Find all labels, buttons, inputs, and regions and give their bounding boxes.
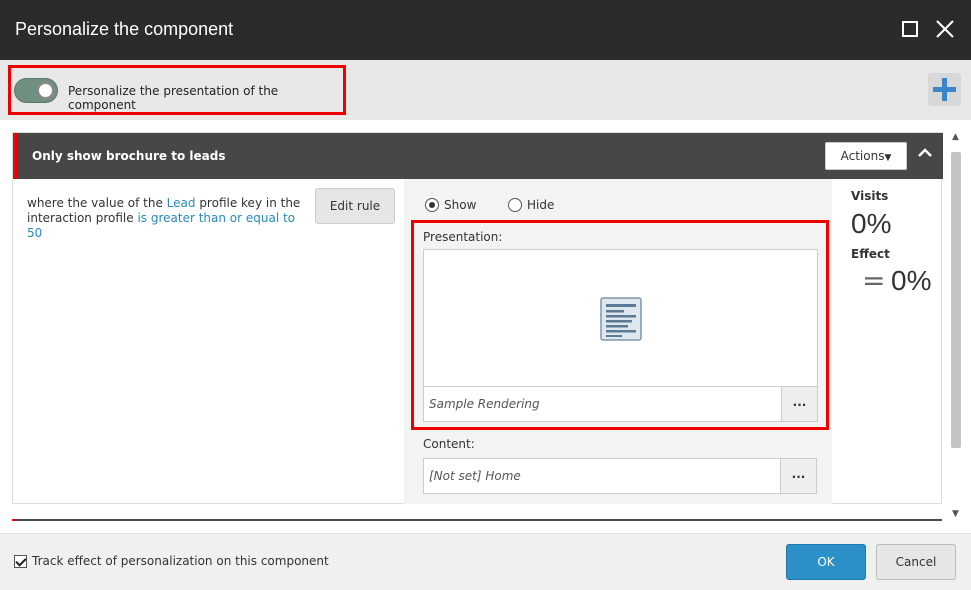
maximize-button[interactable] — [900, 19, 920, 39]
presentation-value: Sample Rendering — [429, 397, 540, 411]
lead-key-link[interactable]: Lead — [167, 196, 196, 210]
visits-value: 0% — [851, 208, 892, 239]
ok-button[interactable]: OK — [786, 544, 866, 580]
edit-rule-button[interactable]: Edit rule — [315, 188, 395, 224]
hide-radio[interactable]: Hide — [508, 198, 554, 212]
dialog-toolbar: Personalize the presentation of the comp… — [0, 60, 971, 120]
maximize-icon — [902, 21, 918, 37]
toggle-knob — [36, 81, 55, 100]
content-value: [Not set] Home — [429, 469, 521, 483]
dialog-titlebar: Personalize the component — [0, 0, 971, 60]
scroll-up-icon[interactable]: ▲ — [952, 132, 959, 142]
condition-prefix: where the value of the — [27, 196, 167, 210]
presentation-browse-button[interactable]: ... — [781, 387, 817, 421]
close-icon — [936, 20, 954, 38]
personalize-toggle[interactable] — [14, 78, 58, 103]
hide-radio-dot — [508, 198, 522, 212]
effect-label: Effect — [851, 247, 890, 261]
collapse-button[interactable] — [915, 143, 935, 163]
add-rule-button[interactable] — [928, 73, 961, 106]
chevron-up-icon — [918, 148, 932, 157]
scroll-down-icon[interactable]: ▼ — [952, 509, 959, 519]
content-browse-button[interactable]: ... — [780, 459, 816, 493]
scrollbar[interactable]: ▲ ▼ — [948, 132, 964, 522]
dialog-title: Personalize the component — [15, 19, 234, 39]
caret-down-icon: ▼ — [884, 153, 892, 163]
rule-header: Only show brochure to leads Actions▼ — [13, 133, 943, 179]
presentation-field[interactable]: Sample Rendering ... — [423, 386, 818, 422]
actions-dropdown-button[interactable]: Actions▼ — [825, 142, 907, 170]
rule-title: Only show brochure to leads — [32, 149, 226, 163]
rule-condition: where the value of the Lead profile key … — [27, 196, 302, 241]
content-label: Content: — [423, 437, 475, 451]
close-button[interactable] — [935, 19, 955, 39]
hide-radio-label: Hide — [527, 198, 555, 212]
effect-value: 0% — [891, 265, 932, 296]
content-field[interactable]: [Not set] Home ... — [423, 458, 817, 494]
actions-label: Actions — [840, 149, 885, 163]
scroll-thumb[interactable] — [951, 152, 961, 448]
presentation-preview[interactable] — [423, 249, 818, 387]
presentation-section: Presentation: Sample Rendering ... — [411, 220, 829, 430]
personalize-toggle-label: Personalize the presentation of the comp… — [68, 84, 279, 112]
next-rule-divider — [12, 519, 942, 521]
track-effect-checkbox[interactable] — [14, 555, 27, 568]
presentation-label: Presentation: — [423, 230, 503, 244]
dialog-footer: Track effect of personalization on this … — [0, 533, 971, 590]
track-effect-label: Track effect of personalization on this … — [32, 554, 329, 568]
rendering-document-icon — [600, 297, 642, 341]
personalize-toggle-group: Personalize the presentation of the comp… — [8, 65, 346, 115]
cancel-button[interactable]: Cancel — [876, 544, 956, 580]
effect-equal-icon: = — [862, 264, 886, 297]
show-radio-label: Show — [444, 198, 477, 212]
show-radio-dot — [425, 198, 439, 212]
visits-label: Visits — [851, 189, 889, 203]
show-radio[interactable]: Show — [425, 198, 476, 212]
